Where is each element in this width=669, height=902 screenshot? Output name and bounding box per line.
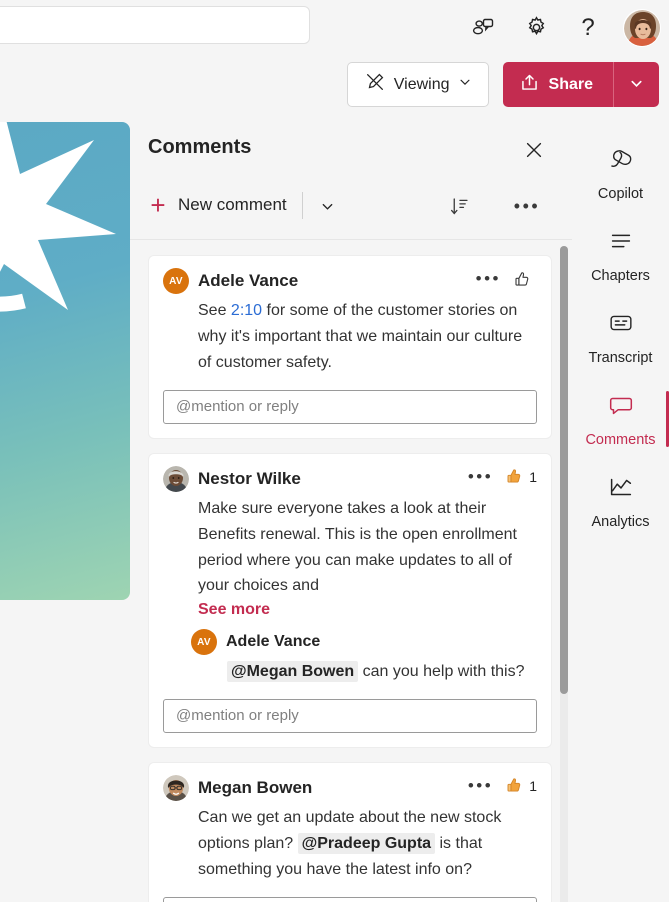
feedback-icon[interactable]	[467, 11, 501, 45]
toolbar-divider	[302, 192, 303, 219]
reply-text: can you help with this?	[358, 663, 525, 681]
viewing-mode-button[interactable]: Viewing	[346, 62, 489, 107]
comment-more-options-button[interactable]: •••	[476, 268, 501, 290]
reply-input[interactable]	[163, 389, 537, 424]
timestamp-link[interactable]: 2:10	[231, 302, 262, 319]
reply-input[interactable]	[163, 698, 537, 733]
comment-author: Adele Vance	[198, 271, 299, 290]
rail-label: Comments	[585, 432, 656, 448]
chapters-icon	[606, 226, 636, 261]
reply-body: @Megan Bowen can you help with this?	[227, 659, 537, 685]
help-glyph: ?	[581, 13, 595, 41]
copilot-icon	[606, 144, 636, 179]
video-thumbnail[interactable]: dership A	[0, 122, 130, 600]
comment-list: AV Adele Vance ••• See 2:10 for some of …	[130, 241, 572, 902]
comment-body: See 2:10 for some of the customer storie…	[198, 298, 537, 376]
comment-body: Can we get an update about the new stock…	[198, 805, 537, 883]
comment-actions: ••• 1	[468, 775, 537, 797]
analytics-icon	[606, 472, 636, 507]
new-comment-label: New comment	[178, 195, 287, 214]
account-avatar[interactable]	[623, 8, 661, 47]
rail-item-chapters[interactable]: Chapters	[572, 214, 669, 296]
share-button-group: Share	[502, 62, 659, 107]
viewing-label: Viewing	[393, 75, 450, 93]
reply-author: Adele Vance	[226, 633, 321, 651]
reply-header: AV Adele Vance	[191, 629, 537, 656]
rail-item-analytics[interactable]: Analytics	[572, 460, 669, 542]
comment-header: Nestor Wilke ••• 1	[163, 465, 537, 492]
comment-header: Megan Bowen ••• 1	[163, 774, 537, 801]
action-bar: Viewing Share	[346, 62, 659, 107]
avatar	[163, 774, 189, 801]
like-count: 1	[529, 468, 537, 485]
like-button[interactable]	[513, 270, 537, 289]
comments-scrollbar-track[interactable]	[560, 246, 568, 902]
comment-text-prefix: See	[198, 302, 231, 319]
comment-card: Nestor Wilke ••• 1 Make sure everyone ta…	[148, 452, 552, 748]
avatar: AV	[163, 268, 189, 294]
see-more-link[interactable]: See more	[198, 601, 537, 619]
like-button[interactable]: 1	[505, 467, 537, 486]
transcript-icon	[606, 308, 636, 343]
rail-item-comments[interactable]: Comments	[572, 378, 669, 460]
new-comment-button[interactable]: + New comment	[148, 190, 287, 220]
video-title: dership A	[0, 498, 130, 548]
video-title-line2: A	[0, 523, 120, 548]
avatar: AV	[191, 629, 217, 656]
search-input[interactable]	[0, 6, 310, 44]
comment-actions: ••• 1	[468, 466, 537, 488]
comment-card: AV Adele Vance ••• See 2:10 for some of …	[148, 255, 552, 439]
share-icon	[519, 72, 540, 98]
like-count: 1	[529, 777, 537, 794]
comment-reply: AV Adele Vance @Megan Bowen can you help…	[191, 629, 537, 685]
comments-more-options-button[interactable]: •••	[512, 191, 542, 221]
share-options-button[interactable]	[613, 62, 659, 107]
stream-video-page: ? Viewing Share Comments + New comment •…	[0, 0, 669, 902]
comment-body: Make sure everyone takes a look at their…	[198, 499, 517, 595]
app-header: ?	[0, 0, 669, 55]
comment-author: Megan Bowen	[198, 777, 313, 797]
comment-more-options-button[interactable]: •••	[468, 466, 493, 488]
share-button[interactable]: Share	[502, 62, 613, 107]
page-title: Comments	[148, 136, 252, 158]
comments-toolbar: + New comment •••	[130, 180, 572, 240]
compass-star-graphic	[0, 122, 116, 312]
comment-author: Nestor Wilke	[198, 468, 301, 488]
comment-more-options-button[interactable]: •••	[468, 775, 493, 797]
pen-off-icon	[364, 71, 386, 98]
sort-icon[interactable]	[444, 191, 474, 221]
mention-chip[interactable]: @Pradeep Gupta	[297, 832, 436, 854]
comments-panel: Comments + New comment ••• AV Adele Vanc…	[130, 122, 572, 902]
chevron-down-icon[interactable]	[313, 194, 341, 218]
like-button[interactable]: 1	[505, 776, 537, 795]
comment-header: AV Adele Vance •••	[163, 268, 537, 294]
rail-item-transcript[interactable]: Transcript	[572, 296, 669, 378]
chevron-down-icon	[629, 76, 644, 94]
help-icon[interactable]: ?	[571, 11, 605, 45]
avatar	[163, 465, 189, 492]
rail-item-copilot[interactable]: Copilot	[572, 132, 669, 214]
plus-icon: +	[150, 190, 166, 220]
close-icon[interactable]	[518, 134, 550, 166]
share-label: Share	[548, 75, 593, 93]
right-rail: Copilot Chapters Transcript Comments Ana…	[572, 122, 669, 902]
settings-gear-icon[interactable]	[519, 11, 553, 45]
video-title-line1: dership	[0, 498, 120, 523]
rail-label: Chapters	[591, 268, 650, 284]
comment-card: Megan Bowen ••• 1 Can we get an update a…	[148, 761, 552, 902]
rail-label: Analytics	[591, 514, 650, 530]
rail-label: Copilot	[597, 186, 644, 202]
chevron-down-icon	[458, 75, 472, 94]
mention-chip[interactable]: @Megan Bowen	[227, 661, 359, 683]
reply-input[interactable]	[163, 896, 537, 902]
comments-icon	[606, 390, 636, 425]
comments-scrollbar-thumb[interactable]	[560, 246, 568, 694]
comments-panel-header: Comments	[130, 122, 572, 180]
header-icon-group: ?	[467, 0, 661, 55]
comment-actions: •••	[476, 268, 537, 290]
rail-label: Transcript	[588, 350, 653, 366]
